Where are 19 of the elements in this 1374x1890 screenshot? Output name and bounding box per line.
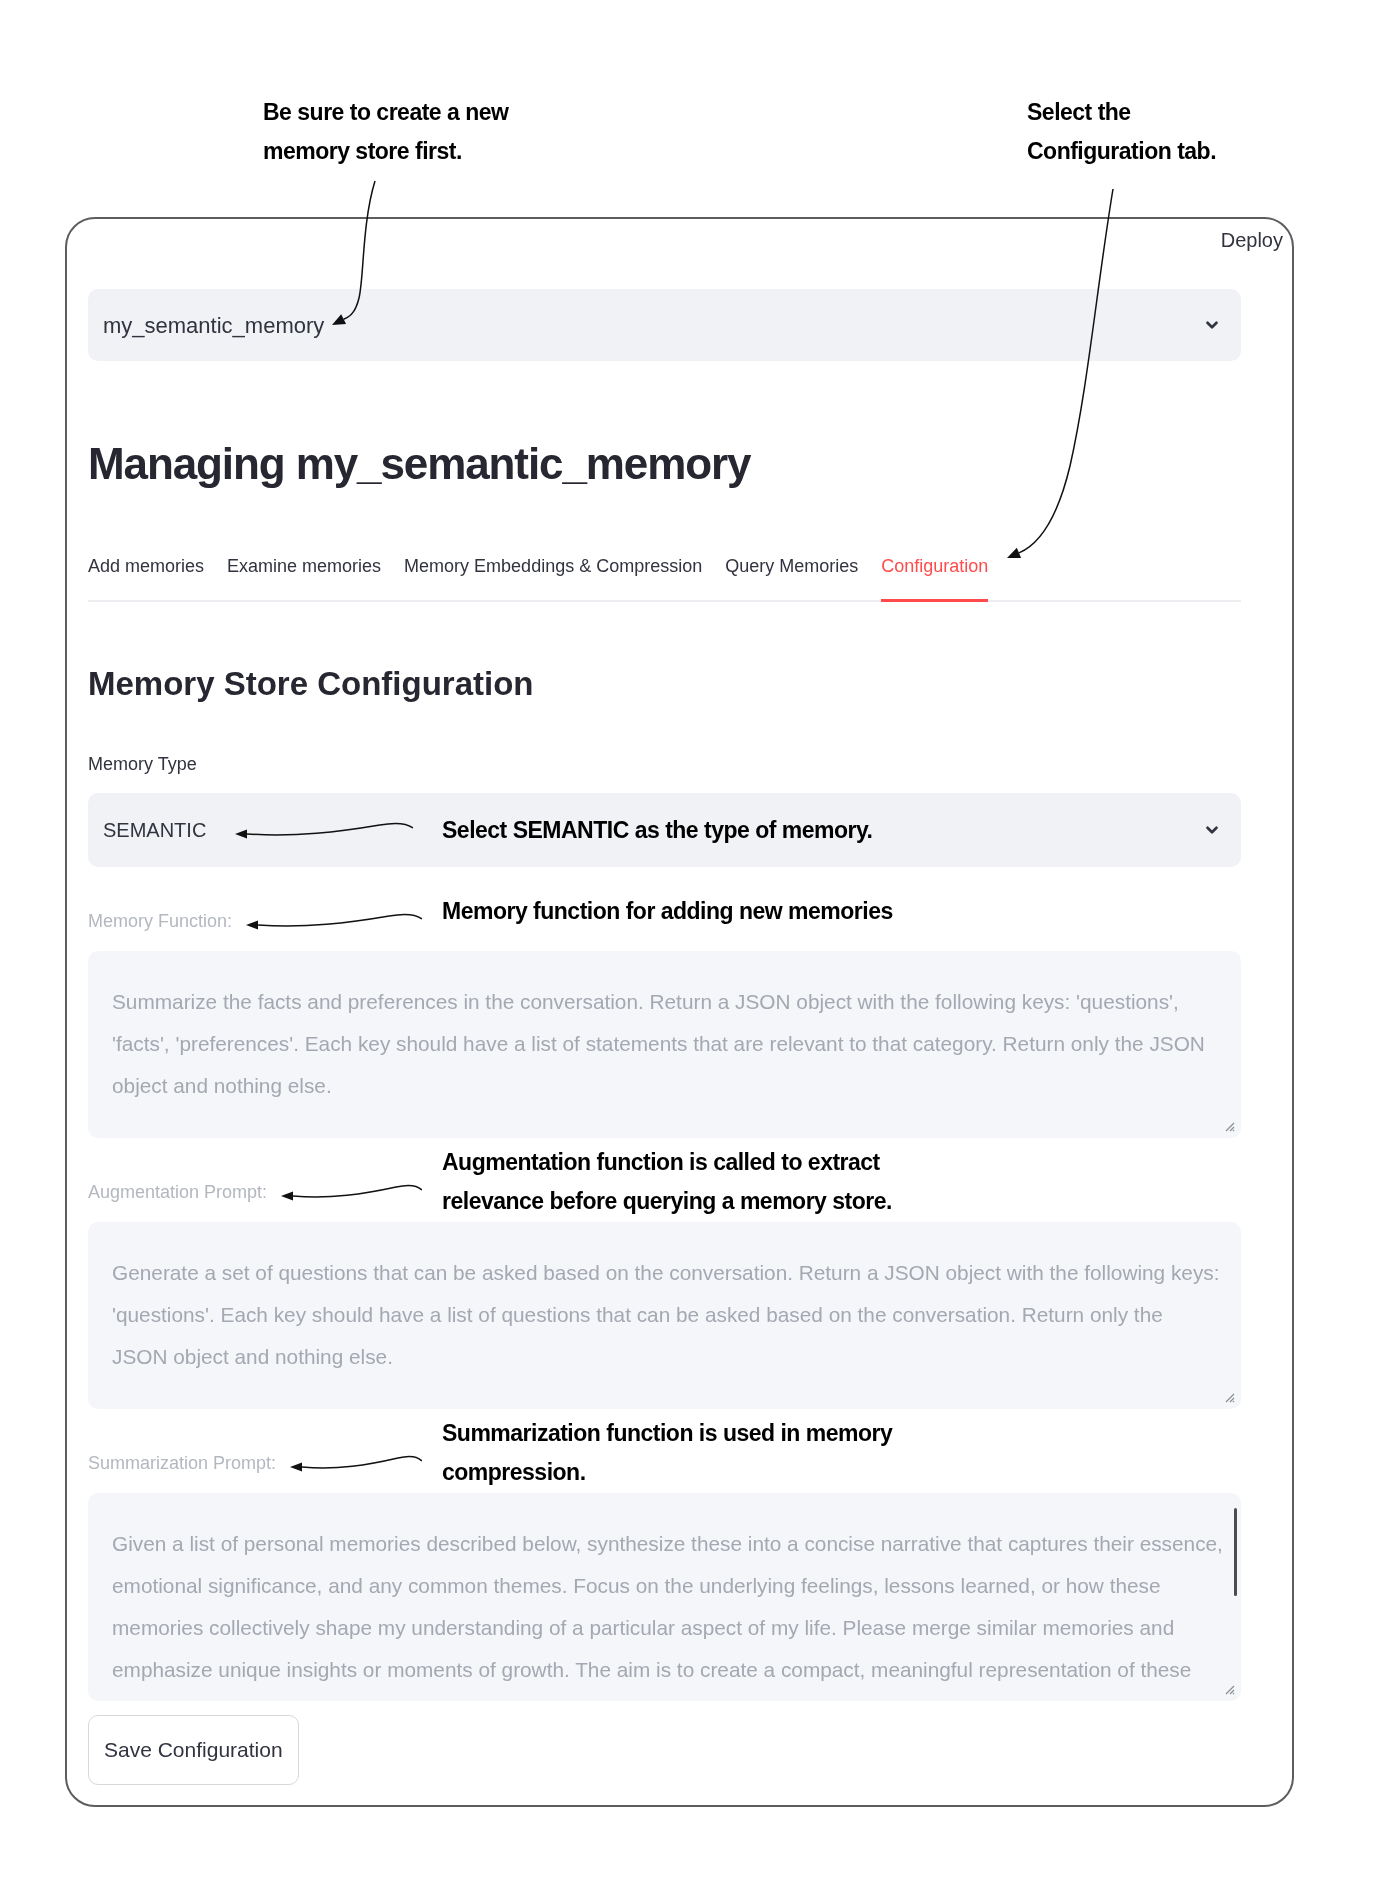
callout-text: Memory function for adding new memories [442,896,893,926]
callout-text: Be sure to create a new memory store first. [263,98,509,166]
field-label: Memory Type [88,753,197,776]
callout-text: Summarization function is used in memory compression. [442,1419,893,1487]
memory-store-select[interactable]: my_semantic_memory [88,289,1241,361]
save-configuration-button[interactable]: Save Configuration [88,1715,299,1785]
deploy-button[interactable]: Deploy [1220,228,1283,252]
tab[interactable]: Add memories [88,540,205,602]
callout-text: Select SEMANTIC as the type of memory. [442,816,873,845]
tab[interactable]: Query Memories [725,540,859,602]
tab[interactable]: Examine memories [227,540,382,602]
section-title: Memory Store Configuration [88,664,534,704]
callout-text: Select the Configuration tab. [1027,98,1217,166]
field-label: Memory Function: [88,910,233,933]
tab[interactable]: Memory Embeddings & Compression [404,540,703,602]
page-title: Managing my_semantic_memory [88,438,751,490]
callout-text: Augmentation function is called to extract relevance before querying a memory store. [442,1148,892,1216]
field-label: Augmentation Prompt: [88,1181,268,1204]
field-label: Summarization Prompt: [88,1452,277,1475]
